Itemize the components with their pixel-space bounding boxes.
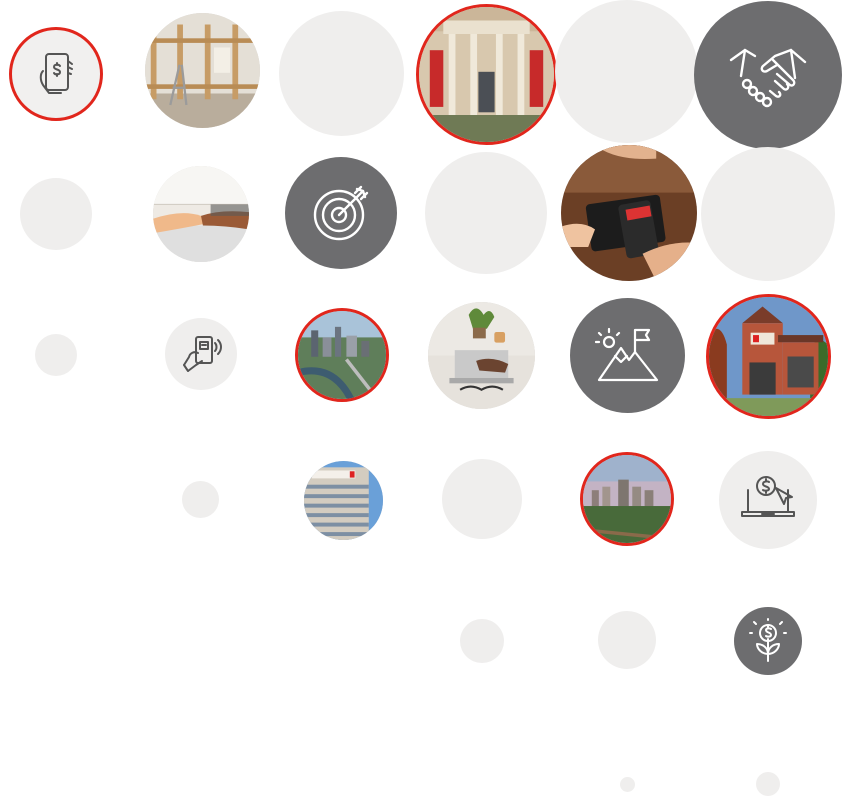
handshake-circle[interactable] [694,1,842,149]
target-icon [313,185,369,241]
decorative-circle [425,152,547,274]
mountain-flag-icon [594,327,658,381]
city-skyline-photo [580,452,674,546]
decorative-circle [442,459,522,539]
house-framing-photo [145,13,260,128]
target-circle[interactable] [285,157,397,269]
decorative-circle [598,611,656,669]
card-payment-photo [561,145,697,281]
handshake-icon [729,48,807,108]
dollar-plant-circle[interactable] [734,607,802,675]
laptop-desk-photo [428,302,535,409]
contactless-payment-icon [183,336,222,372]
mountain-flag-circle[interactable] [570,298,685,413]
decorative-circle [182,481,219,518]
bank-branch-photo [706,294,831,419]
bank-building-photo [416,4,557,145]
decorative-circle [555,0,698,143]
mobile-payment-icon [39,53,73,94]
decorative-circle [701,147,835,281]
dollar-plant-icon [749,618,787,662]
decorative-circle [20,178,92,250]
office-tower-photo [304,461,383,540]
decorative-circle [460,619,504,663]
business-handshake-photo [153,166,249,262]
city-aerial-photo [295,308,389,402]
decorative-circle [756,772,780,796]
decorative-circle [620,777,635,792]
contactless-payment-circle[interactable] [165,318,237,390]
decorative-circle [279,11,404,136]
laptop-dollar-icon [741,476,795,517]
decorative-circle [35,334,77,376]
laptop-dollar-circle[interactable] [719,451,817,549]
mobile-payment-circle[interactable] [9,27,103,121]
